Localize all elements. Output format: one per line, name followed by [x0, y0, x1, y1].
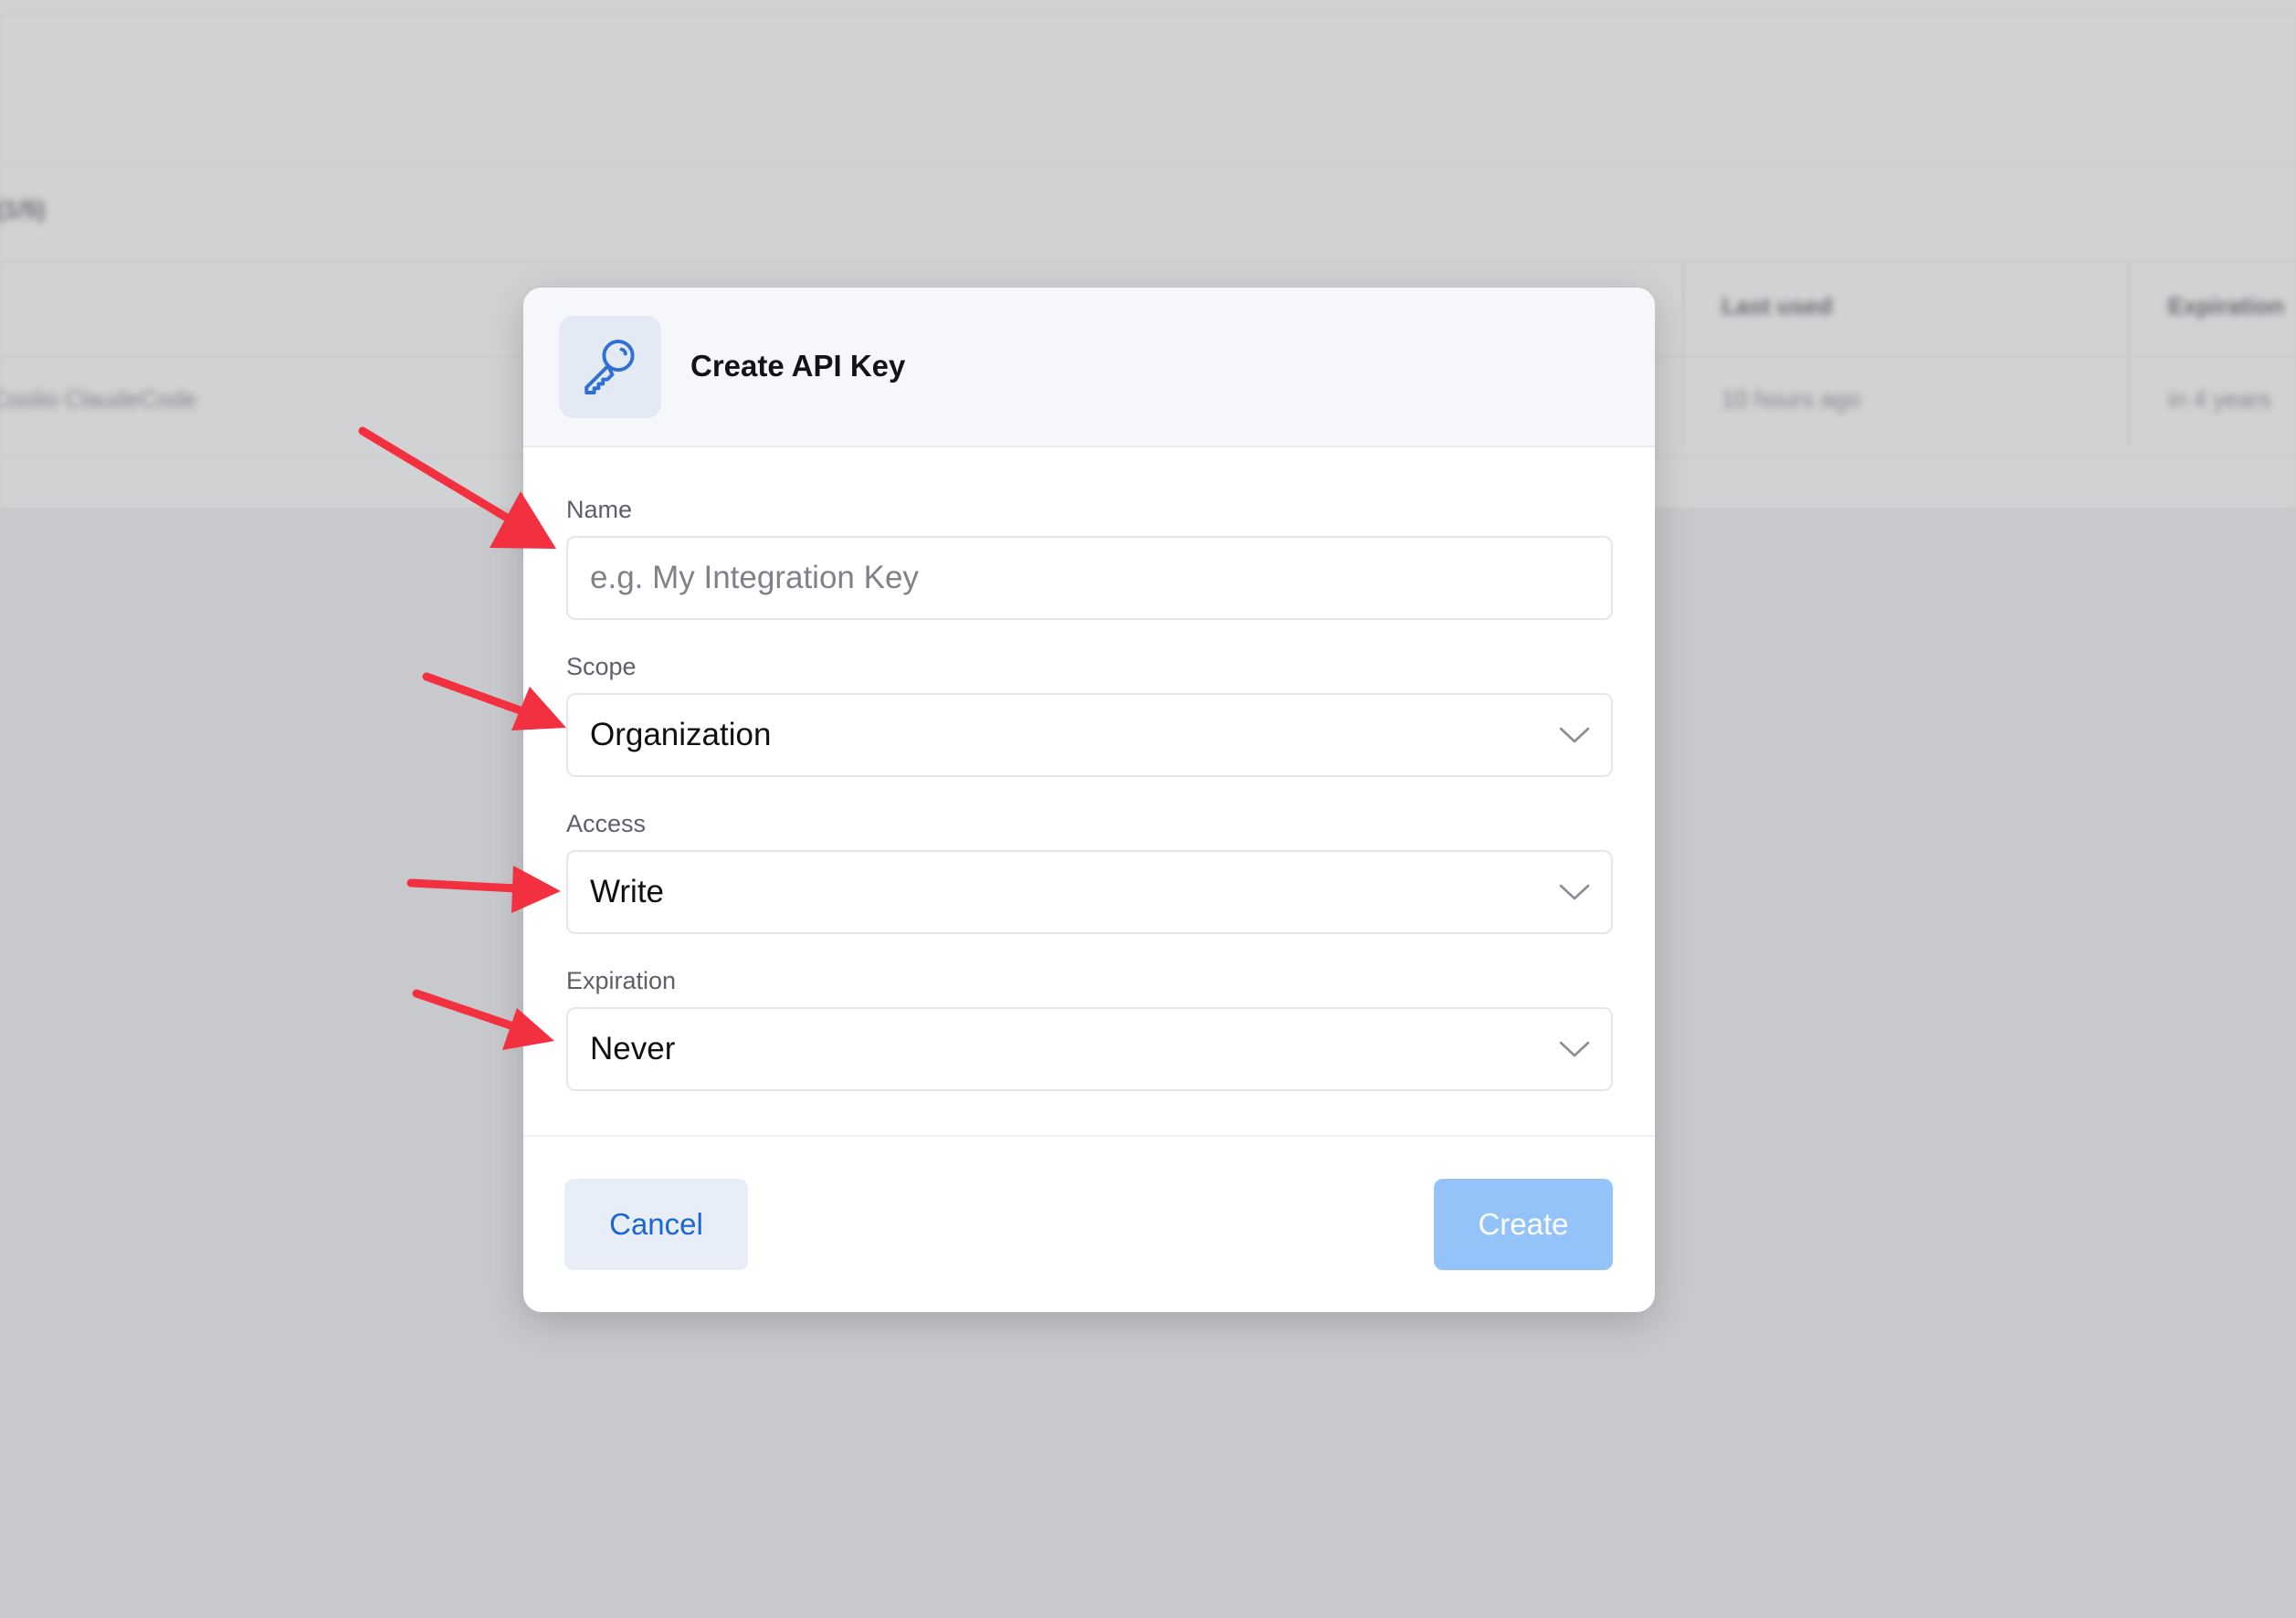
background-row-expiration: in 4 years [2168, 385, 2271, 413]
key-icon [577, 332, 643, 403]
header-icon-container [559, 316, 661, 418]
expiration-label: Expiration [566, 967, 677, 994]
dialog-header: Create API Key [523, 288, 1655, 447]
scope-selected-value: Organization [590, 717, 772, 752]
access-label: Access [566, 810, 647, 837]
name-field[interactable] [566, 536, 1613, 620]
background-section-title: (1/5) [0, 195, 46, 223]
background-topbar [0, 0, 2296, 15]
cancel-button[interactable]: Cancel [564, 1179, 748, 1270]
access-selected-value: Write [590, 874, 665, 909]
expiration-selected-value: Never [590, 1031, 676, 1066]
name-label: Name [566, 496, 633, 523]
chevron-down-icon [1559, 1041, 1590, 1057]
background-column-last-used: Last used [1722, 292, 1833, 320]
footer-divider [523, 1135, 1655, 1137]
scope-select[interactable]: Organization [566, 693, 1613, 777]
background-row-last-used: 10 hours ago [1722, 385, 1860, 413]
background-column-expiration: Expiration [2168, 292, 2285, 320]
background-row-name: Coolio ClaudeCode [0, 385, 197, 413]
scope-label: Scope [566, 653, 637, 680]
dialog-title: Create API Key [690, 349, 906, 383]
chevron-down-icon [1559, 884, 1590, 900]
name-input[interactable] [568, 538, 1611, 618]
create-api-key-dialog: Create API Key Name Scope Organization A… [523, 288, 1655, 1312]
expiration-select[interactable]: Never [566, 1007, 1613, 1091]
create-button[interactable]: Create [1434, 1179, 1613, 1270]
access-select[interactable]: Write [566, 850, 1613, 934]
chevron-down-icon [1559, 727, 1590, 743]
